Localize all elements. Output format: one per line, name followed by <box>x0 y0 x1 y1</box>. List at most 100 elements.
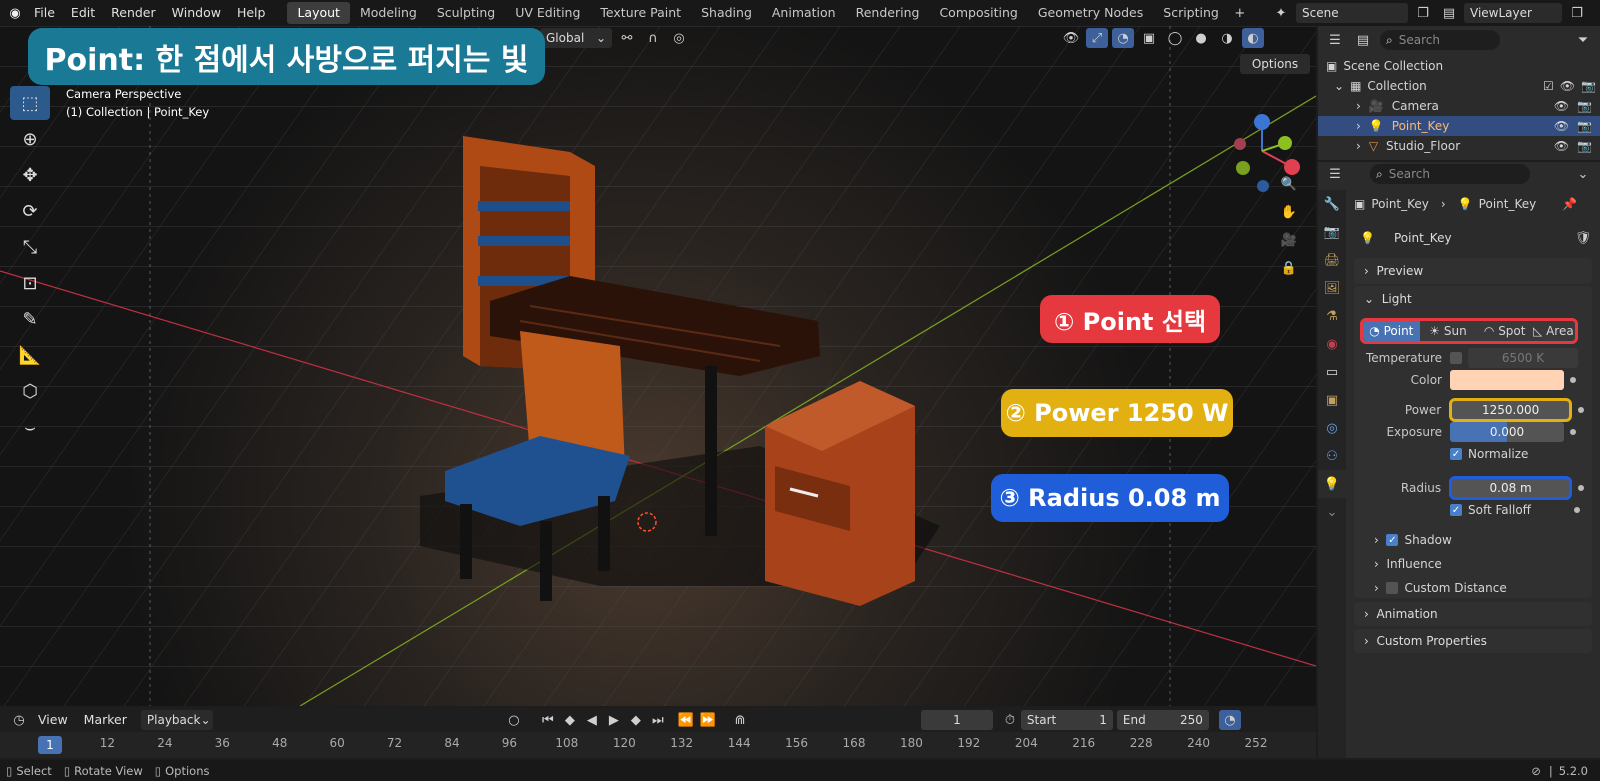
wireframe-shading-icon[interactable]: ◯ <box>1164 28 1186 48</box>
overlay-icon[interactable]: ◔ <box>1112 28 1134 48</box>
measure-icon[interactable]: 📐 <box>10 338 50 372</box>
jump-keyframe-back-icon[interactable]: ◆ <box>559 710 581 730</box>
start-frame-field[interactable]: Start 1 <box>1020 710 1113 730</box>
gizmo-icon[interactable]: ⤢ <box>1086 28 1108 48</box>
workspace-tab-compositing[interactable]: Compositing <box>929 2 1027 24</box>
jump-end-icon[interactable]: ⏭ <box>647 710 669 730</box>
scene-collection-label[interactable]: Scene Collection <box>1343 59 1443 73</box>
render-camera-icon[interactable]: 📷 <box>1577 139 1592 153</box>
checkbox-icon[interactable]: ☑ <box>1543 79 1554 93</box>
collection-tab-icon[interactable]: ▭ <box>1318 358 1346 386</box>
keyframe-dot-icon[interactable] <box>1574 507 1580 513</box>
menu-help[interactable]: Help <box>229 0 274 26</box>
next-frame-icon[interactable]: ⏩ <box>697 710 719 730</box>
display-mode-icon[interactable]: ▤ <box>1352 30 1374 50</box>
workspace-tab-layout[interactable]: Layout <box>287 2 350 24</box>
timeline-view-menu[interactable]: View <box>30 707 76 733</box>
workspace-tab-rendering[interactable]: Rendering <box>846 2 930 24</box>
properties-search[interactable]: ⌕ Search <box>1370 164 1530 184</box>
play-reverse-icon[interactable]: ◀ <box>581 710 603 730</box>
solid-shading-icon[interactable]: ● <box>1190 28 1212 48</box>
datablock-type-button[interactable]: 💡 <box>1354 228 1384 248</box>
menu-window[interactable]: Window <box>164 0 229 26</box>
pivot-icon[interactable]: ⚯ <box>616 28 638 48</box>
datablock-name-field[interactable]: Point_Key <box>1388 228 1568 248</box>
outliner-item-selected[interactable]: › 💡 Point_Key 👁 📷 <box>1318 116 1600 136</box>
object-tab-icon[interactable]: ▣ <box>1318 386 1346 414</box>
lock-icon[interactable]: 🔒 <box>1278 258 1300 278</box>
menu-edit[interactable]: Edit <box>63 0 103 26</box>
keyframe-dot-icon[interactable] <box>1570 377 1576 383</box>
power-field[interactable]: 1250.000 <box>1449 398 1573 422</box>
xray-icon[interactable]: ▣ <box>1138 28 1160 48</box>
workspace-tab-texture-paint[interactable]: Texture Paint <box>590 2 691 24</box>
prev-frame-icon[interactable]: ⏪ <box>675 710 697 730</box>
rendered-shading-icon[interactable]: ◐ <box>1242 28 1264 48</box>
animation-panel[interactable]: › Animation <box>1354 602 1592 626</box>
light-type-point[interactable]: ◔ Point <box>1363 321 1420 341</box>
light-type-area[interactable]: ◺ Area <box>1533 321 1575 341</box>
scene-tab-icon[interactable]: ⚗ <box>1318 302 1346 330</box>
chevron-down-icon[interactable]: ⌄ <box>1318 498 1346 526</box>
editor-type-icon[interactable]: ☰ <box>1324 30 1346 50</box>
blender-logo-icon[interactable]: ◉ <box>4 3 26 23</box>
render-tab-icon[interactable]: 📷 <box>1318 218 1346 246</box>
workspace-tab-geometry-nodes[interactable]: Geometry Nodes <box>1028 2 1153 24</box>
influence-subpanel[interactable]: › Influence <box>1374 554 1574 574</box>
add-workspace-icon[interactable]: + <box>1229 3 1251 23</box>
editor-type-icon[interactable]: ☰ <box>1324 164 1346 184</box>
soft-falloff-checkbox[interactable]: ✓ <box>1450 504 1462 516</box>
tool-tab-icon[interactable]: 🔧 <box>1318 190 1346 218</box>
expand-icon[interactable]: › <box>1356 119 1361 133</box>
end-frame-field[interactable]: End 250 <box>1116 710 1209 730</box>
outliner-item[interactable]: › ▽ Studio_Floor 👁 📷 <box>1318 136 1600 156</box>
material-shading-icon[interactable]: ◑ <box>1216 28 1238 48</box>
shadow-checkbox[interactable]: ✓ <box>1386 534 1399 546</box>
overlay-toggle-icon[interactable]: ◔ <box>1218 710 1241 730</box>
menu-file[interactable]: File <box>26 0 63 26</box>
collection-label[interactable]: Collection <box>1367 79 1426 93</box>
proportional-edit-icon[interactable]: ◎ <box>668 28 690 48</box>
workspace-tab-modeling[interactable]: Modeling <box>350 2 427 24</box>
world-tab-icon[interactable]: ◉ <box>1318 330 1346 358</box>
workspace-tab-shading[interactable]: Shading <box>691 2 762 24</box>
add-cube-icon[interactable]: ⬡ <box>10 374 50 408</box>
color-swatch[interactable] <box>1450 370 1564 390</box>
physics-tab-icon[interactable]: ◎ <box>1318 414 1346 442</box>
workspace-tab-uv-editing[interactable]: UV Editing <box>505 2 590 24</box>
new-view-layer-icon[interactable]: ❐ <box>1566 3 1588 23</box>
outliner-item[interactable]: › 🎥 Camera 👁 📷 <box>1318 96 1600 116</box>
temperature-field[interactable]: 6500 K <box>1468 348 1578 368</box>
temperature-checkbox[interactable] <box>1450 352 1462 364</box>
render-camera-icon[interactable]: 📷 <box>1577 99 1592 113</box>
3d-viewport[interactable]: Global ⌄ ⚯ ∩ ◎ 👁 ⤢ ◔ ▣ ◯ ● ◑ ◐ Options Ca… <box>0 26 1316 706</box>
view-layer-icon[interactable]: ▤ <box>1438 3 1460 23</box>
radius-field[interactable]: 0.08 m <box>1449 476 1573 500</box>
shadow-subpanel[interactable]: › ✓ Shadow <box>1374 530 1574 550</box>
playback-dropdown[interactable]: Playback ⌄ <box>140 710 213 730</box>
expand-icon[interactable]: › <box>1356 139 1361 153</box>
chevron-down-icon[interactable]: ⌄ <box>1572 164 1594 184</box>
menu-render[interactable]: Render <box>103 0 164 26</box>
cursor-icon[interactable]: ⊕ <box>10 122 50 156</box>
custom-distance-checkbox[interactable] <box>1386 582 1399 594</box>
jump-keyframe-forward-icon[interactable]: ◆ <box>625 710 647 730</box>
frame-ruler[interactable]: 1 12 24 36 48 60 72 84 96 108 120 132 144 156 168 180 19… <box>0 734 1316 756</box>
outliner-search[interactable]: ⌕ Search <box>1380 30 1500 50</box>
current-frame-field[interactable]: 1 <box>920 710 993 730</box>
light-type-sun[interactable]: ☀ Sun <box>1420 321 1477 341</box>
keyframe-dot-icon[interactable] <box>1578 407 1584 413</box>
eye-icon[interactable]: 👁 <box>1554 139 1569 153</box>
camera-view-icon[interactable]: 🎥 <box>1278 230 1300 250</box>
expand-icon[interactable]: › <box>1356 99 1361 113</box>
new-scene-icon[interactable]: ❐ <box>1412 3 1434 23</box>
play-icon[interactable]: ▶ <box>603 710 625 730</box>
keyframe-dot-icon[interactable] <box>1578 485 1584 491</box>
render-camera-icon[interactable]: 📷 <box>1581 79 1596 93</box>
eye-icon[interactable]: 👁 <box>1554 119 1569 133</box>
rotate-icon[interactable]: ⟳ <box>10 194 50 228</box>
curve-icon[interactable]: ⌣ <box>10 410 50 444</box>
light-type-spot[interactable]: ◠ Spot <box>1476 321 1533 341</box>
light-data-tab-icon[interactable]: 💡 <box>1318 470 1346 498</box>
transform-icon[interactable]: ⊡ <box>10 266 50 300</box>
